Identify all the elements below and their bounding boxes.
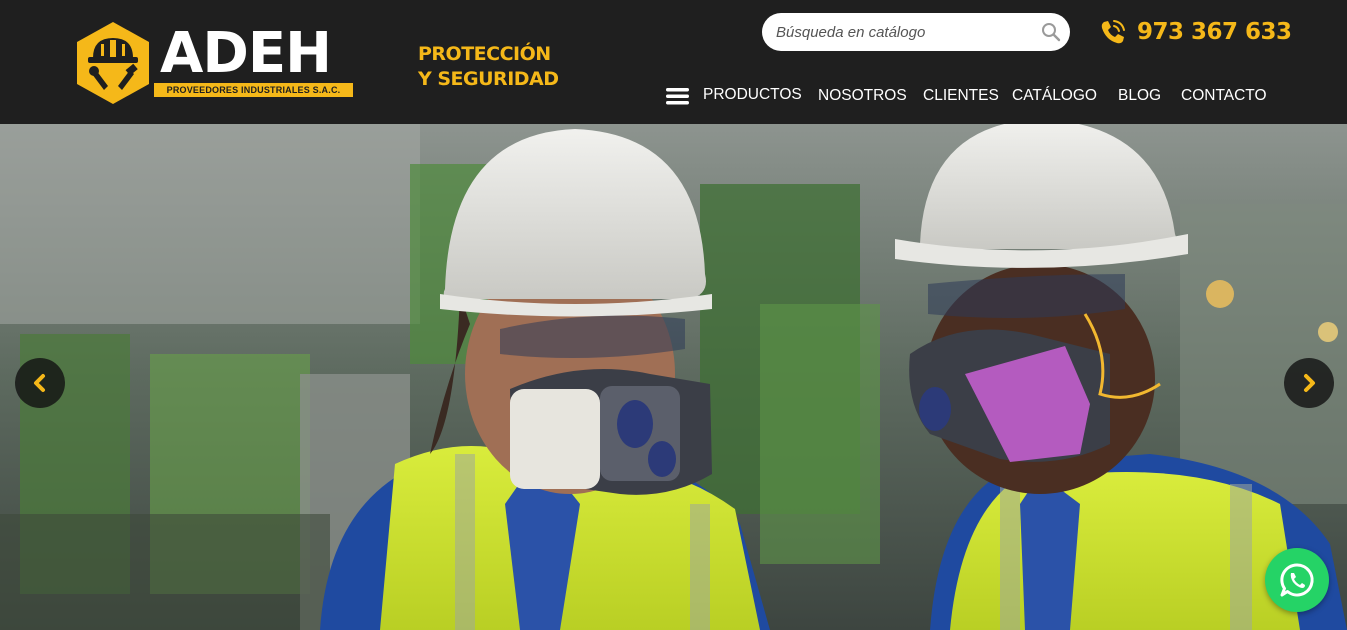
catalog-search-box[interactable] xyxy=(762,13,1070,51)
chevron-left-icon xyxy=(34,374,45,392)
nav-item-clientes[interactable]: CLIENTES xyxy=(923,84,999,108)
main-nav: PRODUCTOS NOSOTROS CLIENTES CATÁLOGO BLO… xyxy=(0,84,1347,108)
nav-item-productos[interactable]: PRODUCTOS xyxy=(703,83,802,107)
search-input[interactable] xyxy=(776,13,1026,51)
tagline-line-1: PROTECCIÓN xyxy=(418,43,551,65)
hero-image xyxy=(0,124,1347,630)
phone-number[interactable]: 973 367 633 xyxy=(1137,17,1292,47)
chevron-right-icon xyxy=(1304,374,1315,392)
slider-next-button[interactable] xyxy=(1284,358,1334,408)
brand-name: ADEH xyxy=(160,21,332,86)
nav-item-blog[interactable]: BLOG xyxy=(1118,84,1161,108)
phone-icon[interactable] xyxy=(1098,17,1128,47)
whatsapp-icon xyxy=(1280,563,1314,597)
slider-prev-button[interactable] xyxy=(15,358,65,408)
site-header: ADEH PROVEEDORES INDUSTRIALES S.A.C. PRO… xyxy=(0,0,1347,124)
nav-item-catalogo[interactable]: CATÁLOGO xyxy=(1012,84,1097,108)
nav-item-nosotros[interactable]: NOSOTROS xyxy=(818,84,907,108)
hero-slider[interactable] xyxy=(0,124,1347,630)
whatsapp-button[interactable] xyxy=(1265,548,1329,612)
nav-item-contacto[interactable]: CONTACTO xyxy=(1181,84,1267,108)
search-icon[interactable] xyxy=(1041,22,1061,42)
